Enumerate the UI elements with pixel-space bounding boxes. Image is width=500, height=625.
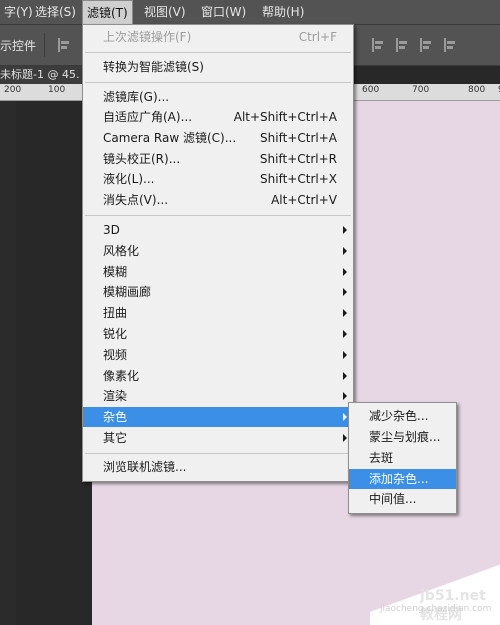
ruler-label: 800 [468,85,486,95]
submenu-noise[interactable]: 杂色 [83,407,353,427]
chevron-right-icon [343,413,347,421]
filter-menu: 上次滤镜操作(F) Ctrl+F 转换为智能滤镜(S) 滤镜库(G)... 自适… [82,24,354,482]
camera-raw-shortcut: Shift+Ctrl+A [260,131,337,145]
lens-correction-label: 镜头校正(R)... [103,152,181,166]
filter-gallery-item[interactable]: 滤镜库(G)... [83,87,353,107]
chevron-right-icon [343,309,347,317]
liquify-shortcut: Shift+Ctrl+X [260,172,337,186]
browse-online-filters-label: 浏览联机滤镜... [103,460,187,474]
lens-correction-item[interactable]: 镜头校正(R)... Shift+Ctrl+R [83,149,353,169]
left-panel [0,101,16,625]
browse-online-filters-item[interactable]: 浏览联机滤镜... [83,457,353,477]
menu-help[interactable]: 帮助(H) [258,0,308,24]
adaptive-wide-angle-item[interactable]: 自适应广角(A)... Alt+Shift+Ctrl+A [83,107,353,127]
menu-bar: 字(Y) 选择(S) 滤镜(T) 视图(V) 窗口(W) 帮助(H) [0,0,500,25]
document-tab[interactable]: 未标题-1 @ 45. [0,66,93,84]
adaptive-wide-angle-shortcut: Alt+Shift+Ctrl+A [233,110,337,124]
reduce-noise-item[interactable]: 减少杂色... [349,406,456,426]
last-filter-shortcut: Ctrl+F [298,30,337,44]
submenu-other-label: 其它 [103,431,128,445]
last-filter-item: 上次滤镜操作(F) Ctrl+F [83,27,353,47]
submenu-other[interactable]: 其它 [83,428,353,448]
vanishing-point-shortcut: Alt+Ctrl+V [271,193,337,207]
distribute-center-icon[interactable] [396,38,408,52]
distribute-icon[interactable] [372,38,384,52]
median-label: 中间值... [369,492,417,506]
vanishing-point-label: 消失点(V)... [103,193,169,207]
menu-select[interactable]: 选择(S) [31,0,80,24]
submenu-blur-label: 模糊 [103,265,128,279]
menu-divider [85,215,351,216]
menu-divider [85,52,351,53]
lens-correction-shortcut: Shift+Ctrl+R [259,152,337,166]
despeckle-item[interactable]: 去斑 [349,448,456,468]
submenu-sharpen-label: 锐化 [103,327,128,341]
submenu-3d-label: 3D [103,223,120,237]
submenu-3d[interactable]: 3D [83,220,353,240]
submenu-stylize[interactable]: 风格化 [83,241,353,261]
submenu-render[interactable]: 渲染 [83,386,353,406]
submenu-blur[interactable]: 模糊 [83,262,353,282]
chevron-right-icon [343,268,347,276]
camera-raw-item[interactable]: Camera Raw 滤镜(C)... Shift+Ctrl+A [83,128,353,148]
chevron-right-icon [343,226,347,234]
add-noise-item[interactable]: 添加杂色... [349,469,456,489]
watermark-url: jiaocheng.chazidian.com [380,604,492,614]
submenu-noise-label: 杂色 [103,410,128,424]
convert-smart-filter-label: 转换为智能滤镜(S) [103,60,204,74]
filter-gallery-label: 滤镜库(G)... [103,90,170,104]
ruler-label: 600 [362,85,380,95]
menu-window[interactable]: 窗口(W) [197,0,250,24]
ruler-label: 700 [412,85,430,95]
convert-smart-filter-item[interactable]: 转换为智能滤镜(S) [83,57,353,77]
menu-filter[interactable]: 滤镜(T) [82,0,133,25]
distribute-grid-icon[interactable] [420,38,432,52]
chevron-right-icon [343,247,347,255]
submenu-stylize-label: 风格化 [103,244,140,258]
chevron-right-icon [343,288,347,296]
chevron-right-icon [343,434,347,442]
submenu-distort[interactable]: 扭曲 [83,303,353,323]
submenu-video-label: 视频 [103,348,128,362]
menu-divider [85,453,351,454]
submenu-video[interactable]: 视频 [83,345,353,365]
dust-scratches-item[interactable]: 蒙尘与划痕... [349,427,456,447]
chevron-right-icon [343,351,347,359]
menu-view[interactable]: 视图(V) [140,0,190,24]
camera-raw-label: Camera Raw 滤镜(C)... [103,131,237,145]
options-divider [44,33,45,57]
submenu-sharpen[interactable]: 锐化 [83,324,353,344]
submenu-pixelate-label: 像素化 [103,369,140,383]
menu-divider [85,82,351,83]
despeckle-label: 去斑 [369,451,394,465]
liquify-label: 液化(L)... [103,172,155,186]
noise-submenu: 减少杂色... 蒙尘与划痕... 去斑 添加杂色... 中间值... [348,402,457,514]
reduce-noise-label: 减少杂色... [369,409,429,423]
dust-scratches-label: 蒙尘与划痕... [369,430,441,444]
vanishing-point-item[interactable]: 消失点(V)... Alt+Ctrl+V [83,190,353,210]
distribute-right-icon[interactable] [444,38,456,52]
submenu-blur-gallery[interactable]: 模糊画廊 [83,282,353,302]
last-filter-label: 上次滤镜操作(F) [103,30,192,44]
ruler-label: 200 [4,85,22,95]
show-transform-controls-label[interactable]: 示控件 [0,37,36,54]
align-left-icon[interactable] [58,38,70,52]
submenu-distort-label: 扭曲 [103,306,128,320]
chevron-right-icon [343,392,347,400]
add-noise-label: 添加杂色... [369,472,429,486]
chevron-right-icon [343,330,347,338]
adaptive-wide-angle-label: 自适应广角(A)... [103,110,193,124]
submenu-blur-gallery-label: 模糊画廊 [103,285,152,299]
ruler-label: 100 [48,85,66,95]
submenu-pixelate[interactable]: 像素化 [83,366,353,386]
chevron-right-icon [343,372,347,380]
submenu-render-label: 渲染 [103,389,128,403]
median-item[interactable]: 中间值... [349,489,456,509]
liquify-item[interactable]: 液化(L)... Shift+Ctrl+X [83,169,353,189]
